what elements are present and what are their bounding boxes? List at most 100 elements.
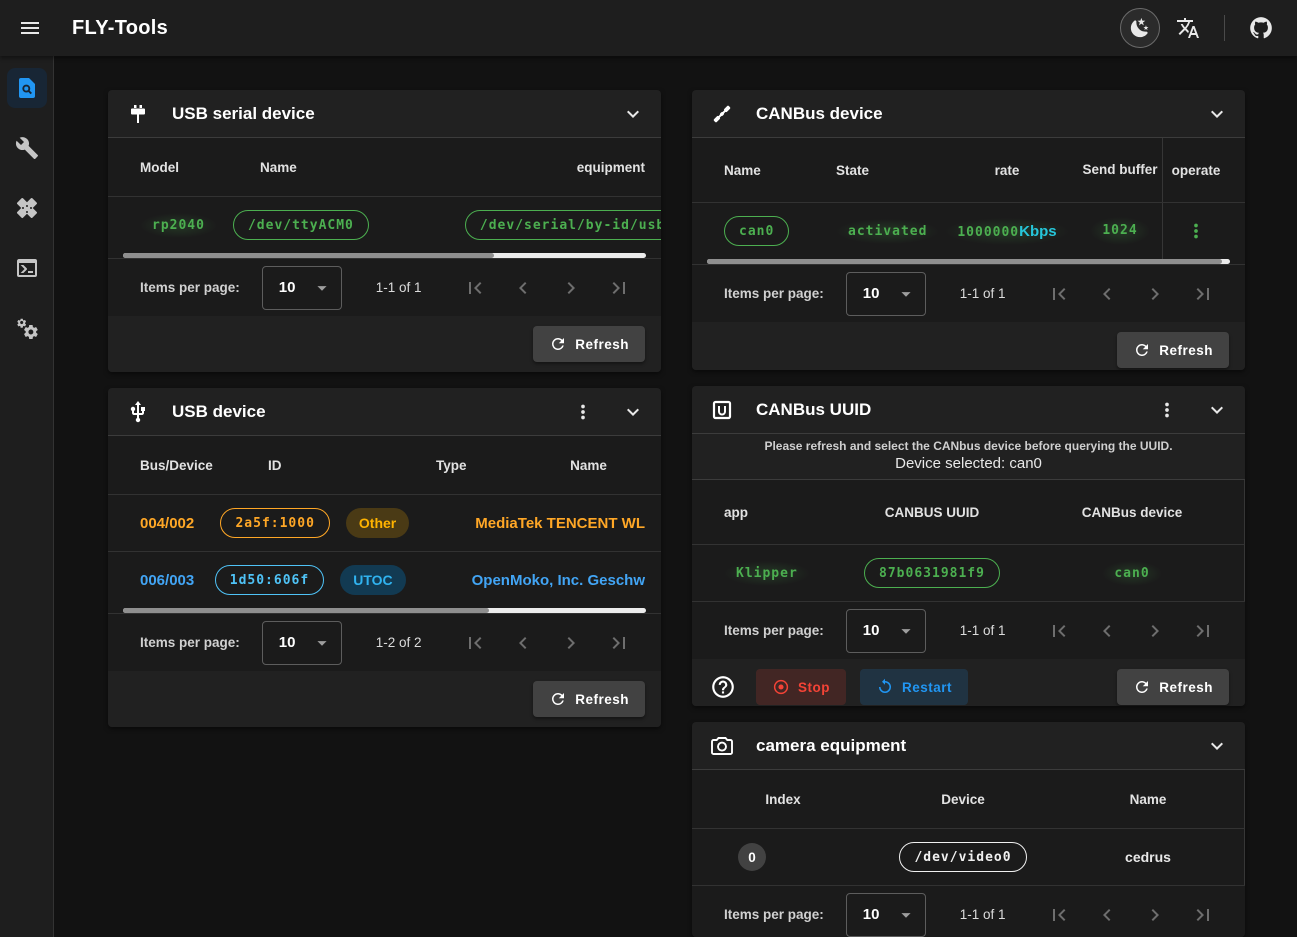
card-menu-button[interactable] [569,398,597,426]
refresh-button[interactable]: Refresh [533,681,645,717]
device-selected-text: Device selected: can0 [700,455,1237,472]
first-page-button[interactable] [1046,902,1072,928]
menu-down-icon [895,620,917,642]
page-size-select[interactable]: 10 [262,266,342,310]
row-operate-menu-button[interactable] [1182,217,1210,245]
page-range: 1-1 of 1 [960,286,1006,301]
chevron-left-icon [1095,619,1119,643]
last-page-button[interactable] [1190,902,1216,928]
sidebar-item-tools[interactable] [7,128,47,168]
last-page-button[interactable] [1190,281,1216,307]
main-content: USB serial device Model Name equipment r… [55,56,1297,937]
column-equipment: equipment [420,160,645,175]
app-bar: FLY-Tools [0,0,1297,56]
page-size-select[interactable]: 10 [846,609,926,653]
prev-page-button[interactable] [510,275,536,301]
table-header: app CANBUS UUID CANBus device [692,480,1245,544]
github-button[interactable] [1241,8,1281,48]
chevron-down-icon [621,400,645,424]
collapse-button[interactable] [1203,396,1231,424]
refresh-icon [1133,678,1151,696]
card-canbus-uuid: CANBus UUID Please refresh and select th… [692,386,1245,706]
next-page-button[interactable] [1142,618,1168,644]
collapse-button[interactable] [619,398,647,426]
card-title: USB device [172,402,266,422]
prev-page-button[interactable] [1094,281,1120,307]
table-row: 0 /dev/video0 cedrus [692,828,1245,885]
prev-page-button[interactable] [1094,618,1120,644]
menu-down-icon [895,904,917,926]
next-page-button[interactable] [558,275,584,301]
next-page-button[interactable] [1142,281,1168,307]
last-page-button[interactable] [606,275,632,301]
sidebar-item-terminal[interactable] [7,248,47,288]
column-index: Index [708,792,858,807]
refresh-button[interactable]: Refresh [533,326,645,362]
type-chip: Other [346,508,409,538]
sidebar-item-device-query[interactable] [7,68,47,108]
model-value: rp2040 [140,213,217,238]
first-page-button[interactable] [1046,281,1072,307]
next-page-button[interactable] [558,630,584,656]
scrollbar-thumb[interactable] [123,253,494,258]
help-button[interactable] [708,672,738,702]
horizontal-scrollbar[interactable] [707,259,1230,264]
table-row: rp2040 /dev/ttyACM0 /dev/serial/by-id/us… [108,196,661,253]
prev-page-button[interactable] [510,630,536,656]
menu-down-icon [895,283,917,305]
wrench-icon [15,136,39,160]
can-name-chip: can0 [724,216,789,246]
first-page-button[interactable] [462,275,488,301]
horizontal-scrollbar[interactable] [123,608,646,613]
first-page-button[interactable] [1046,618,1072,644]
bus-device-value: 006/003 [124,572,199,589]
page-size-select[interactable]: 10 [262,621,342,665]
prev-page-button[interactable] [1094,902,1120,928]
column-canbus-device: CANBus device [1036,505,1228,520]
sidebar-item-repair[interactable] [7,188,47,228]
collapse-button[interactable] [619,100,647,128]
sidebar-item-services[interactable] [7,308,47,348]
collapse-button[interactable] [1203,100,1231,128]
table-row: Klipper 87b0631981f9 can0 [692,544,1245,601]
scrollbar-thumb[interactable] [123,608,489,613]
page-size-select[interactable]: 10 [846,272,926,316]
page-range: 1-2 of 2 [376,635,422,650]
scrollbar-thumb[interactable] [707,259,1222,264]
topbar-divider [1224,15,1225,41]
card-menu-button[interactable] [1153,396,1181,424]
column-id: ID [252,458,420,473]
stop-button[interactable]: Stop [756,669,846,705]
first-page-button[interactable] [462,630,488,656]
usb-icon [126,400,150,424]
next-page-button[interactable] [1142,902,1168,928]
card-title: camera equipment [756,736,906,756]
first-page-icon [1047,903,1071,927]
language-button[interactable] [1168,8,1208,48]
page-size-select[interactable]: 10 [846,893,926,937]
can-send-buffer-value: 1024 [1090,217,1149,246]
last-page-button[interactable] [606,630,632,656]
horizontal-scrollbar[interactable] [123,253,646,258]
restart-icon [876,678,894,696]
column-app: app [708,505,828,520]
card-title: CANBus UUID [756,400,871,420]
restart-button[interactable]: Restart [860,669,968,705]
first-page-icon [1047,619,1071,643]
dots-vertical-icon [572,401,594,423]
healing-icon [15,196,39,220]
first-page-icon [1047,282,1071,306]
last-page-button[interactable] [1190,618,1216,644]
collapse-button[interactable] [1203,732,1231,760]
refresh-button[interactable]: Refresh [1117,669,1229,705]
theme-toggle-button[interactable] [1120,8,1160,48]
refresh-button[interactable]: Refresh [1117,332,1229,368]
column-name: Name [532,458,645,473]
table-header: Bus/Device ID Type Name [108,436,661,494]
uuid-notice-text: Please refresh and select the CANbus dev… [700,439,1237,453]
menu-down-icon [311,632,333,654]
hamburger-menu-button[interactable] [10,8,50,48]
cogs-icon [15,316,39,340]
translate-icon [1176,16,1200,40]
app-value: Klipper [724,561,810,586]
